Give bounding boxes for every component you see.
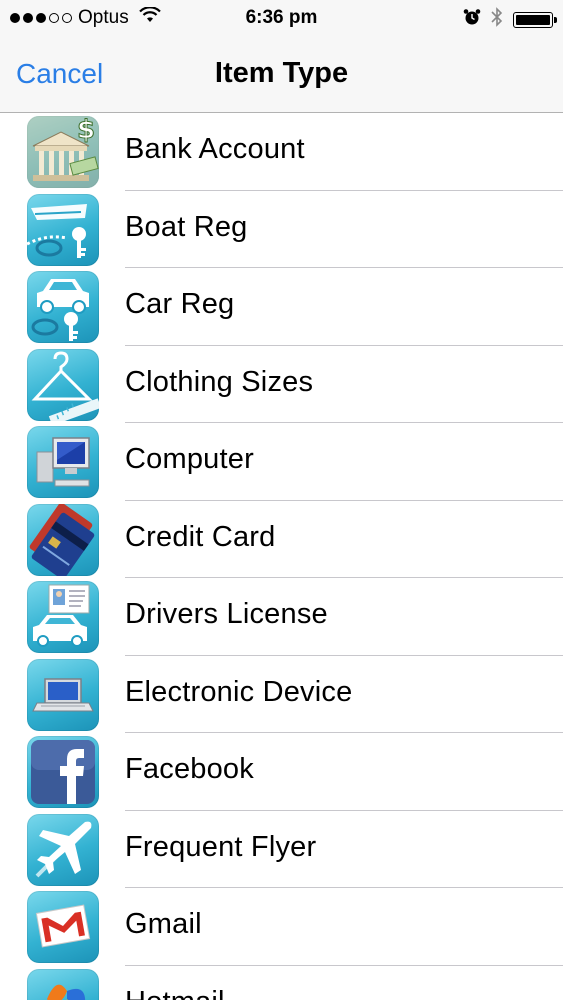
list-item-clothing-sizes[interactable]: Clothing Sizes xyxy=(0,346,563,423)
bank-icon: $ xyxy=(27,116,99,188)
page-title: Item Type xyxy=(214,57,349,89)
list-item-drivers-license[interactable]: Drivers License xyxy=(0,578,563,656)
svg-text:$: $ xyxy=(77,116,95,145)
facebook-icon xyxy=(27,736,99,808)
list-item-hotmail[interactable]: Hotmail xyxy=(0,966,563,1000)
item-label: Drivers License xyxy=(125,598,328,630)
battery-icon xyxy=(513,12,557,28)
item-label: Electronic Device xyxy=(125,675,353,708)
navigation-bar: Cancel Item Type xyxy=(0,38,563,113)
item-type-list[interactable]: $ Bank Account Boat Reg Car Reg Clothing… xyxy=(0,113,563,1000)
list-item-electronic-device[interactable]: Electronic Device xyxy=(0,656,563,733)
gmail-icon xyxy=(27,891,99,963)
list-item-computer[interactable]: Computer xyxy=(0,423,563,501)
item-label: Car Reg xyxy=(125,288,235,320)
laptop-icon xyxy=(27,658,99,731)
item-label: Hotmail xyxy=(125,986,225,1000)
item-label: Gmail xyxy=(125,908,202,940)
item-label: Clothing Sizes xyxy=(125,365,314,398)
item-label: Computer xyxy=(125,443,254,475)
item-label: Bank Account xyxy=(125,133,305,165)
list-item-boat-reg[interactable]: Boat Reg xyxy=(0,191,563,268)
drivers-license-icon xyxy=(27,581,99,653)
boat-key-icon xyxy=(27,193,99,266)
credit-card-icon xyxy=(27,503,99,576)
list-item-credit-card[interactable]: Credit Card xyxy=(0,501,563,578)
item-label: Credit Card xyxy=(125,520,276,553)
list-item-facebook[interactable]: Facebook xyxy=(0,733,563,811)
list-item-bank-account[interactable]: $ Bank Account xyxy=(0,113,563,191)
airplane-icon xyxy=(27,813,99,886)
status-right xyxy=(463,7,557,33)
item-label: Frequent Flyer xyxy=(125,830,317,863)
item-label: Facebook xyxy=(125,753,254,785)
item-label: Boat Reg xyxy=(125,210,248,243)
list-item-car-reg[interactable]: Car Reg xyxy=(0,268,563,346)
bluetooth-icon xyxy=(491,7,503,33)
computer-icon xyxy=(27,426,99,498)
hanger-icon xyxy=(27,348,99,421)
alarm-icon xyxy=(463,8,481,32)
list-item-frequent-flyer[interactable]: Frequent Flyer xyxy=(0,811,563,888)
car-key-icon xyxy=(27,271,99,343)
list-item-gmail[interactable]: Gmail xyxy=(0,888,563,966)
status-bar: Optus 6:36 pm xyxy=(0,0,563,38)
hotmail-icon xyxy=(27,968,99,1000)
